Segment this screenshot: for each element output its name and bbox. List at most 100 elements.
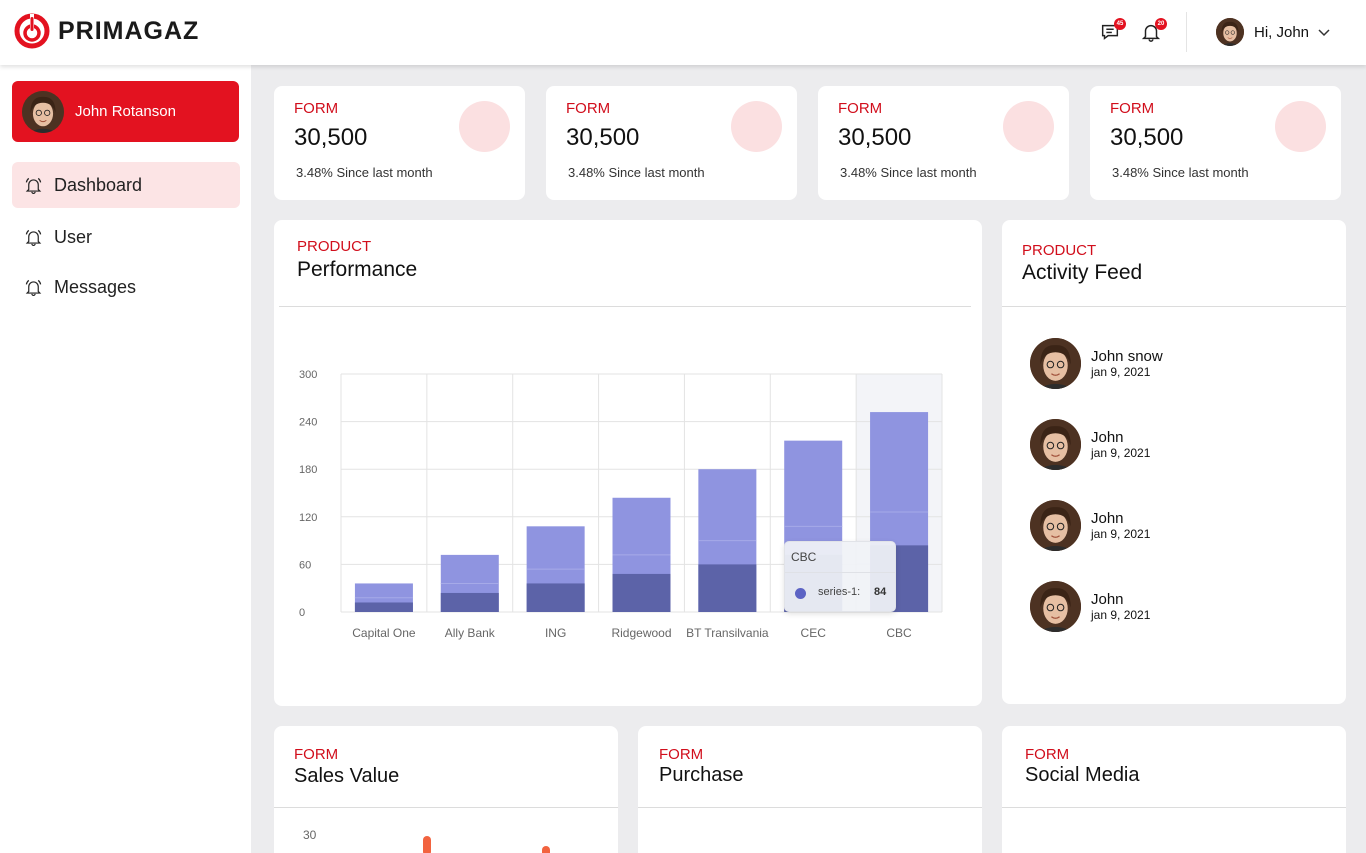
bell-icon <box>25 177 42 194</box>
purchase-card: FORM Purchase <box>638 726 982 853</box>
stat-card: FORM 30,500 3.48% Since last month <box>1090 86 1341 200</box>
sidebar-item-label: User <box>54 226 93 247</box>
person-avatar-icon <box>1030 419 1081 470</box>
sales-bar-mark <box>423 836 431 853</box>
series-dot-icon <box>795 588 806 599</box>
stat-card: FORM 30,500 3.48% Since last month <box>274 86 525 200</box>
y-tick-label: 180 <box>299 464 317 476</box>
sidebar-item-dashboard[interactable]: Dashboard <box>12 162 240 208</box>
sidebar-item-label: Messages <box>54 276 137 297</box>
sales-value-card: FORM Sales Value 30 <box>274 726 618 853</box>
y-tick-label: 120 <box>299 512 317 524</box>
avatar <box>1030 338 1081 389</box>
power-logo-icon <box>14 13 50 49</box>
stat-circle-icon <box>1003 101 1054 152</box>
card-kicker: PRODUCT <box>1022 242 1097 259</box>
bar-series-1 <box>698 564 757 612</box>
activity-name: John snow <box>1091 348 1163 365</box>
sales-bar-mark <box>542 846 550 853</box>
activity-name: John <box>1091 510 1124 527</box>
bell-icon <box>25 229 42 246</box>
brand-name: PRIMAGAZ <box>58 16 200 45</box>
activity-name: John <box>1091 429 1124 446</box>
bar-series-1 <box>612 573 671 612</box>
stat-card: FORM 30,500 3.48% Since last month <box>818 86 1069 200</box>
list-item[interactable]: John jan 9, 2021 <box>1030 500 1150 551</box>
activity-name: John <box>1091 591 1124 608</box>
y-tick-label: 60 <box>299 559 311 571</box>
card-kicker: FORM <box>659 746 704 763</box>
tooltip-series-value: 84 <box>874 586 887 598</box>
y-tick-label: 300 <box>299 369 317 381</box>
sidebar-item-label: Dashboard <box>54 174 143 195</box>
person-avatar-icon <box>1030 581 1081 632</box>
card-divider <box>274 807 618 808</box>
stat-kicker: FORM <box>838 100 883 117</box>
y-tick-label: 0 <box>299 607 305 619</box>
list-item[interactable]: John jan 9, 2021 <box>1030 419 1150 470</box>
chart-tooltip: CBC series-1: 84 <box>784 541 896 612</box>
person-avatar-icon <box>22 90 64 133</box>
messages-button[interactable]: 45 <box>1099 18 1126 45</box>
x-tick-label: Ally Bank <box>445 626 496 640</box>
stat-kicker: FORM <box>566 100 611 117</box>
bar-series-1 <box>440 592 499 612</box>
stat-circle-icon <box>731 101 782 152</box>
list-item[interactable]: John snow jan 9, 2021 <box>1030 338 1163 389</box>
brand-logo[interactable]: PRIMAGAZ <box>14 13 199 49</box>
activity-feed-card: PRODUCT Activity Feed John snow jan 9, 2… <box>1002 220 1346 704</box>
tooltip-series-name: series-1: <box>818 586 861 598</box>
notifications-button[interactable]: 20 <box>1140 18 1167 45</box>
stat-kicker: FORM <box>1110 100 1155 117</box>
card-divider <box>1002 306 1346 307</box>
sidebar-item-user[interactable]: User <box>12 214 240 260</box>
bar-series-1 <box>354 602 413 612</box>
x-tick-label: ING <box>545 626 566 640</box>
avatar <box>1030 581 1081 632</box>
tooltip-title: CBC <box>791 550 817 564</box>
card-kicker: FORM <box>294 746 339 763</box>
stat-subtext: 3.48% Since last month <box>840 165 977 180</box>
stat-value: 30,500 <box>294 124 368 151</box>
card-divider <box>1002 807 1346 808</box>
person-avatar-icon <box>1030 500 1081 551</box>
x-tick-label: CBC <box>886 626 912 640</box>
person-avatar-icon <box>1216 18 1244 46</box>
card-divider <box>638 807 982 808</box>
social-media-card: FORM Social Media <box>1002 726 1346 853</box>
activity-date: jan 9, 2021 <box>1091 365 1151 379</box>
user-menu[interactable]: Hi, John <box>1216 18 1331 46</box>
bell-icon <box>25 279 42 296</box>
stat-value: 30,500 <box>1110 124 1184 151</box>
stat-subtext: 3.48% Since last month <box>296 165 433 180</box>
profile-card[interactable]: John Rotanson <box>12 81 239 142</box>
x-tick-label: CEC <box>801 626 827 640</box>
avatar <box>1216 18 1244 46</box>
chevron-down-icon <box>1318 29 1330 37</box>
card-title: Social Media <box>1025 764 1140 786</box>
sidebar-item-messages[interactable]: Messages <box>12 264 240 310</box>
header-divider <box>1186 12 1187 52</box>
activity-date: jan 9, 2021 <box>1091 527 1151 541</box>
x-tick-label: Ridgewood <box>611 626 671 640</box>
sidebar: John Rotanson Dashboard User Messages <box>0 65 251 853</box>
axis-tick-label: 30 <box>303 828 317 842</box>
list-item[interactable]: John jan 9, 2021 <box>1030 581 1150 632</box>
stat-circle-icon <box>1275 101 1326 152</box>
top-header: PRIMAGAZ 45 20 Hi, John <box>0 0 1366 65</box>
user-greeting: Hi, John <box>1254 23 1310 41</box>
messages-badge: 45 <box>1114 18 1126 30</box>
card-title: Activity Feed <box>1022 261 1143 284</box>
avatar <box>1030 419 1081 470</box>
notifications-badge: 20 <box>1155 18 1167 30</box>
activity-date: jan 9, 2021 <box>1091 446 1151 460</box>
stat-subtext: 3.48% Since last month <box>568 165 705 180</box>
bar-series-1 <box>526 583 585 612</box>
stat-card: FORM 30,500 3.48% Since last month <box>546 86 797 200</box>
avatar <box>1030 500 1081 551</box>
stat-value: 30,500 <box>566 124 640 151</box>
avatar <box>22 90 64 133</box>
performance-bar-chart[interactable]: 0 60 120 180 240 300 Capital One Ally Bank ING Ri… <box>274 220 982 706</box>
y-tick-label: 240 <box>299 417 317 429</box>
stat-value: 30,500 <box>838 124 912 151</box>
